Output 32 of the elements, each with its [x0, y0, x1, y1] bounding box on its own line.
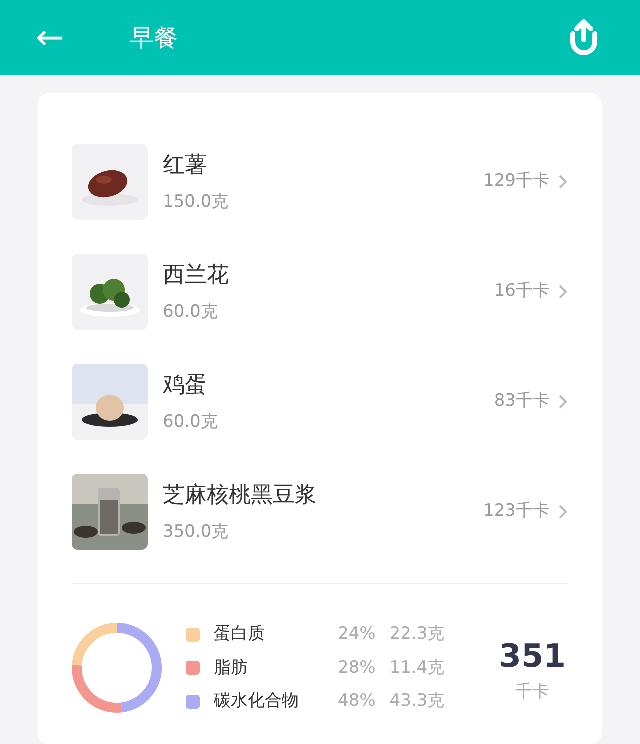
food-calories: 16千卡 [494, 280, 550, 304]
nutrient-grams: 43.3克 [390, 690, 445, 713]
food-amount: 350.0克 [163, 520, 230, 544]
total-calories: 351 [499, 636, 566, 676]
calories-unit: 千卡 [516, 680, 550, 704]
food-row[interactable]: 芝麻核桃黑豆浆 350.0克 123千卡 [72, 457, 568, 567]
nutrient-grams: 11.4克 [390, 656, 445, 680]
food-row[interactable]: 鸡蛋 60.0克 83千卡 [72, 347, 568, 457]
food-amount: 60.0克 [163, 410, 218, 434]
food-name: 芝麻核桃黑豆浆 [163, 482, 317, 510]
food-name: 鸡蛋 [163, 372, 208, 400]
food-amount: 150.0克 [163, 190, 229, 214]
food-calories: 129千卡 [484, 170, 550, 194]
food-amount: 60.0克 [163, 300, 219, 324]
nutrient-grams: 22.3克 [390, 623, 445, 646]
nutrient-name: 碳水化合物 [214, 690, 300, 713]
chevron-icon [558, 394, 568, 410]
food-name: 红薯 [163, 152, 208, 180]
food-row[interactable]: 西兰花 60.0克 16千卡 [72, 237, 568, 347]
page-title: 早餐 [130, 22, 178, 54]
food-row[interactable]: 红薯 150.0克 129千卡 [72, 127, 568, 237]
nutrient-percent: 28% [338, 656, 376, 680]
food-calories: 83千卡 [494, 390, 550, 414]
nutrient-percent: 24% [338, 623, 376, 646]
food-name: 西兰花 [163, 262, 229, 290]
nutrient-name: 脂肪 [214, 656, 249, 680]
nutrient-percent: 48% [338, 690, 376, 713]
nutrient-name: 蛋白质 [214, 623, 266, 646]
food-calories: 123千卡 [484, 500, 550, 524]
chevron-icon [558, 504, 568, 520]
chevron-icon [558, 284, 568, 300]
chevron-icon [558, 174, 568, 190]
